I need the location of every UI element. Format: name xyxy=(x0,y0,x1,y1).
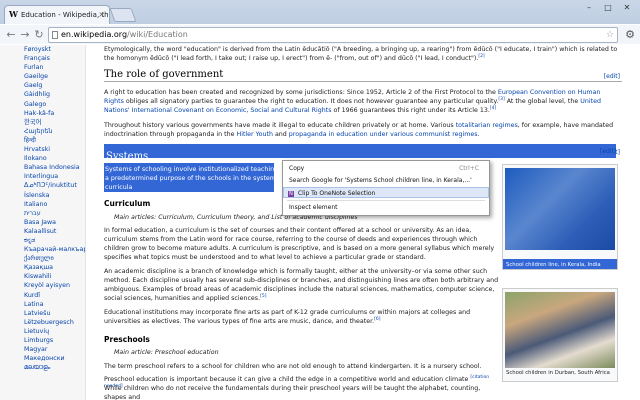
menu-item-search-google[interactable]: Search Google for 'Systems School childr… xyxy=(283,175,489,186)
language-link[interactable]: ᐃᓄᒃᑎᑐᑦ/inuktitut xyxy=(0,181,85,190)
onenote-icon: N xyxy=(288,191,294,197)
heading-preschools: Preschools xyxy=(104,335,150,344)
back-icon[interactable]: ← xyxy=(4,28,18,42)
language-link[interactable]: Latviešu xyxy=(0,309,85,318)
language-link[interactable]: 한국어 xyxy=(0,118,85,127)
preschool-paragraph-3: While children who do not receive the fu… xyxy=(104,385,481,400)
language-link[interactable]: Føroyskt xyxy=(0,45,85,54)
language-link[interactable]: Latina xyxy=(0,300,85,309)
thumbnail-kerala-caption: School children line, in Kerala, India xyxy=(506,262,601,268)
language-link[interactable]: Furlan xyxy=(0,63,85,72)
page-icon xyxy=(52,31,58,39)
url-host: en.wikipedia.org xyxy=(61,30,128,39)
language-link[interactable]: Galego xyxy=(0,100,85,109)
menu-item-clip-to-onenote[interactable]: N Clip To OneNote Selection xyxy=(283,187,489,198)
language-link[interactable]: Kurdî xyxy=(0,291,85,300)
language-link[interactable]: Français xyxy=(0,54,85,63)
thumbnail-kerala[interactable]: School children line, in Kerala, India xyxy=(502,164,618,270)
context-menu: Copy Ctrl+C Search Google for 'Systems S… xyxy=(282,160,490,216)
preschools-main-article[interactable]: Main article: Preschool education xyxy=(114,348,219,357)
edit-systems-link-2[interactable]: [edit] xyxy=(600,148,616,155)
url-path: /wiki/Education xyxy=(127,30,188,39)
language-link[interactable]: Interlingua xyxy=(0,172,85,181)
language-link[interactable]: Македонски xyxy=(0,354,85,363)
curriculum-paragraph-1: In formal education, a curriculum is the… xyxy=(104,227,495,261)
navigation-bar: ← → ↻ en.wikipedia.org/wiki/Education ☆ … xyxy=(0,24,640,44)
tab-close-icon[interactable]: × xyxy=(98,6,105,24)
language-link[interactable]: Къарачай-малкъар xyxy=(0,245,85,254)
language-link[interactable]: हिन्दी xyxy=(0,136,85,145)
bookmark-star-icon[interactable]: ☆ xyxy=(606,28,614,42)
menu-separator xyxy=(287,200,485,201)
heading-curriculum: Curriculum xyxy=(104,199,151,208)
address-bar[interactable]: en.wikipedia.org/wiki/Education ☆ xyxy=(48,27,618,43)
curriculum-paragraph-3: Educational institutions may incorporate… xyxy=(104,309,471,325)
systems-sel-line-3: curricula xyxy=(105,184,133,191)
language-link[interactable]: Hak-kâ-fa xyxy=(0,109,85,118)
language-sidebar: Føroyskt Français Furlan Gaeilge Gaelg Gàidhl… xyxy=(0,45,86,400)
role-paragraph-1: A right to education has been created an… xyxy=(104,89,601,114)
language-link[interactable]: Gàidhlig xyxy=(0,90,85,99)
heading-role-of-government: The role of government xyxy=(104,68,622,82)
ref-4[interactable]: [4] xyxy=(490,106,496,111)
language-link[interactable]: Gaeilge xyxy=(0,72,85,81)
language-link[interactable]: Kreyòl ayisyen xyxy=(0,281,85,290)
new-tab-button[interactable] xyxy=(109,8,137,22)
kerala-school-image[interactable] xyxy=(505,168,615,250)
language-link[interactable]: Ilokano xyxy=(0,154,85,163)
language-link[interactable]: ქართული xyxy=(0,254,85,263)
window-close-icon[interactable]: ✕ xyxy=(618,2,636,14)
minimize-icon[interactable]: – xyxy=(580,2,598,14)
language-link[interactable]: Hrvatski xyxy=(0,145,85,154)
systems-heading-selected: Systems xyxy=(104,144,616,162)
window-controls: – □ ✕ xyxy=(580,2,636,14)
systems-sel-line-1: Systems of schooling involve institution… xyxy=(105,166,288,173)
thumbnail-durban[interactable]: School children in Durban, South Africa xyxy=(502,288,618,382)
language-link[interactable]: Հայերեն xyxy=(0,127,85,136)
menu-item-inspect-element[interactable]: Inspect element xyxy=(283,202,489,213)
language-link[interactable]: Kalaallisut xyxy=(0,227,85,236)
role-paragraph-2: Throughout history various governments h… xyxy=(104,122,614,138)
edit-role-link[interactable]: [edit] xyxy=(604,72,620,81)
curriculum-paragraph-2: An academic discipline is a branch of kn… xyxy=(104,268,499,302)
intro-paragraph: Etymologically, the word "education" is … xyxy=(104,45,622,63)
browser-chrome: W Education - Wikipedia, th × – □ ✕ ← → … xyxy=(0,0,640,44)
wrench-menu-icon[interactable]: ⚙ xyxy=(625,28,635,41)
tab-title: Education - Wikipedia, th xyxy=(21,11,109,19)
durban-school-image[interactable] xyxy=(505,292,615,368)
hitler-youth-link[interactable]: Hitler Youth xyxy=(236,131,272,138)
ref-2[interactable]: [2] xyxy=(478,54,484,59)
language-link[interactable]: Gaelg xyxy=(0,81,85,90)
maximize-icon[interactable]: □ xyxy=(599,2,617,14)
totalitarian-link[interactable]: totalitarian regimes xyxy=(456,122,518,129)
language-link[interactable]: Bahasa Indonesia xyxy=(0,163,85,172)
language-link[interactable]: Íslenska xyxy=(0,191,85,200)
language-link[interactable]: Italiano xyxy=(0,200,85,209)
forward-icon[interactable]: → xyxy=(18,28,32,42)
language-link[interactable]: Lëtzebuergesch xyxy=(0,318,85,327)
language-link[interactable]: Lietuvių xyxy=(0,327,85,336)
preschool-paragraph-1: The term preschool refers to a school fo… xyxy=(104,363,482,370)
language-link[interactable]: മലയാളം xyxy=(0,363,85,372)
language-link[interactable]: Қазақша xyxy=(0,263,85,272)
thumbnail-durban-caption: School children in Durban, South Africa xyxy=(506,370,610,376)
systems-sel-line-2: a predetermined purpose of the schools i… xyxy=(105,175,288,182)
language-link[interactable]: Kiswahili xyxy=(0,272,85,281)
language-link[interactable]: Magyar xyxy=(0,345,85,354)
communist-propaganda-link[interactable]: propaganda in education under various co… xyxy=(289,131,478,138)
language-link[interactable]: Limburgs xyxy=(0,336,85,345)
language-link[interactable]: Basa Jawa xyxy=(0,218,85,227)
browser-tab[interactable]: W Education - Wikipedia, th × xyxy=(4,5,110,24)
language-link[interactable]: עברית xyxy=(0,209,85,218)
ref-5[interactable]: [5] xyxy=(260,294,266,299)
menu-item-copy[interactable]: Copy Ctrl+C xyxy=(283,163,489,174)
language-link[interactable]: ಕನ್ನಡ xyxy=(0,236,85,245)
intro-text: Etymologically, the word "education" is … xyxy=(104,46,618,62)
ref-6[interactable]: [6] xyxy=(374,317,380,322)
reload-icon[interactable]: ↻ xyxy=(32,28,46,42)
copy-shortcut: Ctrl+C xyxy=(459,165,479,172)
wikipedia-favicon-icon: W xyxy=(9,9,18,19)
